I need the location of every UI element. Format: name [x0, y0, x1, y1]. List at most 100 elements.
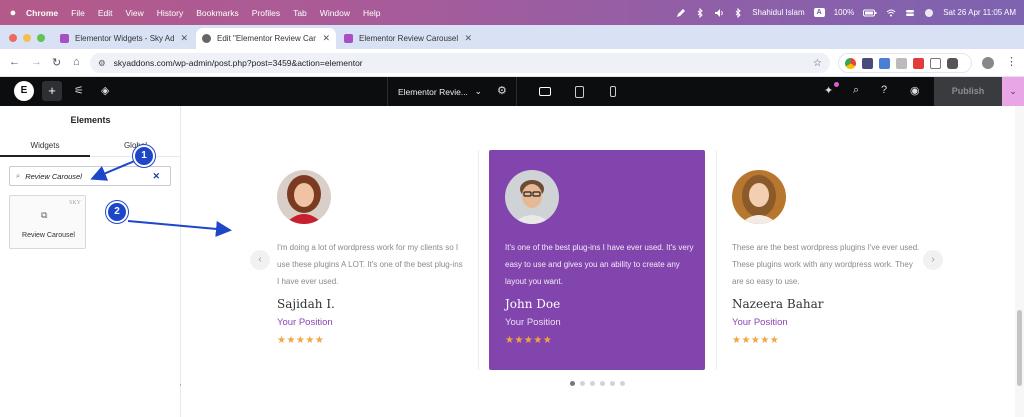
window-zoom-button[interactable] — [37, 34, 45, 42]
menu-file[interactable]: File — [71, 8, 85, 18]
mobile-view-button[interactable] — [596, 77, 630, 106]
canvas-scrollbar-thumb[interactable] — [1017, 310, 1022, 386]
page-settings-icon[interactable]: ⚙ — [497, 84, 507, 97]
apple-icon[interactable]: ● — [0, 7, 26, 19]
extension-panel-icon[interactable] — [947, 57, 958, 69]
carousel-dot[interactable] — [580, 381, 585, 386]
carousel-dot[interactable] — [610, 381, 615, 386]
menu-window[interactable]: Window — [320, 8, 350, 18]
clock[interactable]: Sat 26 Apr 11:05 AM — [943, 8, 1016, 17]
window-close-button[interactable] — [9, 34, 17, 42]
window-minimize-button[interactable] — [23, 34, 31, 42]
carousel-dot[interactable] — [620, 381, 625, 386]
tab-title: Edit "Elementor Review Carousel" — [217, 34, 316, 43]
siri-icon[interactable] — [924, 8, 934, 18]
step-2-badge: 2 — [106, 201, 128, 223]
bluetooth-icon[interactable] — [695, 7, 705, 18]
structure-layers-icon[interactable]: ◈ — [101, 84, 109, 97]
reload-icon[interactable]: ↻ — [52, 56, 61, 69]
macos-menu-bar: ● Chrome File Edit View History Bookmark… — [0, 0, 1024, 25]
chrome-menu-icon[interactable]: ⋮ — [1006, 55, 1017, 68]
sky-addons-favicon-icon — [344, 34, 353, 43]
tab-widgets[interactable]: Widgets — [0, 136, 90, 157]
panel-title: Elements — [70, 115, 111, 125]
menu-help[interactable]: Help — [363, 8, 380, 18]
user-name[interactable]: Shahidul Islam — [752, 8, 804, 17]
review-quote: I'm doing a lot of wordpress work for my… — [277, 243, 463, 286]
extensions-puzzle-icon[interactable] — [930, 57, 941, 69]
browser-tab-1[interactable]: Edit "Elementor Review Carousel" ✕ — [196, 28, 336, 49]
site-settings-icon[interactable]: ⚟ — [74, 84, 84, 97]
extension-shield-icon[interactable] — [862, 57, 873, 69]
browser-tab-0[interactable]: Elementor Widgets - Sky Addons ✕ — [54, 28, 194, 49]
home-icon[interactable]: ⌂ — [73, 56, 80, 68]
clear-search-icon[interactable]: ✕ — [152, 171, 160, 182]
menu-edit[interactable]: Edit — [98, 8, 113, 18]
close-tab-icon[interactable]: ✕ — [464, 33, 472, 44]
browser-tab-strip: Elementor Widgets - Sky Addons ✕ Edit "E… — [0, 25, 1024, 69]
carousel-dot[interactable] — [570, 381, 575, 386]
extensions-bar — [838, 53, 972, 73]
back-arrow-icon[interactable]: ← — [9, 56, 20, 68]
search-icon[interactable]: ⌕ — [853, 84, 859, 97]
menu-bookmarks[interactable]: Bookmarks — [196, 8, 239, 18]
star-rating: ★★★★★ — [732, 335, 780, 346]
tablet-view-button[interactable] — [562, 77, 596, 106]
menu-tab[interactable]: Tab — [293, 8, 307, 18]
chevron-down-icon[interactable]: ⌄ — [474, 86, 482, 97]
elementor-logo-icon[interactable]: E — [14, 81, 34, 101]
close-tab-icon[interactable]: ✕ — [180, 33, 188, 44]
widget-search-input[interactable] — [25, 171, 146, 181]
extension-doc-icon[interactable] — [896, 57, 907, 69]
carousel-pagination — [570, 381, 625, 386]
help-icon[interactable]: ? — [881, 84, 887, 96]
wifi-icon[interactable] — [886, 8, 896, 18]
publish-options-chevron-icon[interactable]: ⌄ — [1002, 77, 1024, 106]
menu-view[interactable]: View — [125, 8, 143, 18]
review-carousel-widget[interactable]: SKY ⧉ Review Carousel — [9, 195, 86, 249]
desktop-icon — [539, 87, 551, 96]
input-source-badge[interactable]: A — [813, 8, 825, 17]
site-info-icon[interactable]: ⚙ — [98, 58, 106, 69]
desktop-view-button[interactable] — [528, 77, 562, 106]
reviewer-name: John Doe — [505, 297, 561, 311]
reviewer-name: Nazeera Bahar — [732, 297, 824, 311]
publish-button[interactable]: Publish — [934, 77, 1002, 106]
extension-red-icon[interactable] — [913, 57, 924, 69]
add-element-button[interactable]: + — [42, 81, 62, 101]
carousel-dot[interactable] — [600, 381, 605, 386]
review-card: I'm doing a lot of wordpress work for my… — [261, 150, 477, 370]
address-bar[interactable]: ⚙ skyaddons.com/wp-admin/post.php?post=3… — [90, 53, 830, 73]
extension-translate-icon[interactable] — [879, 57, 890, 69]
preview-eye-icon[interactable]: ◉ — [910, 84, 920, 97]
profile-avatar[interactable] — [982, 57, 994, 69]
reviewer-position: Your Position — [732, 317, 788, 328]
bluetooth-alt-icon[interactable] — [733, 7, 743, 18]
extension-chrome-icon[interactable] — [845, 57, 856, 69]
widget-search-field[interactable]: ⌕ ✕ — [9, 166, 171, 186]
bookmark-star-icon[interactable]: ☆ — [813, 58, 822, 69]
browser-tab-2[interactable]: Elementor Review Carousel Widget ✕ — [338, 28, 478, 49]
man-portrait-icon — [505, 170, 559, 224]
sky-addons-favicon-icon — [60, 34, 69, 43]
menu-history[interactable]: History — [157, 8, 183, 18]
menu-profiles[interactable]: Profiles — [252, 8, 280, 18]
reviewer-avatar — [277, 170, 331, 224]
card-divider — [478, 150, 479, 370]
responsive-mode-switcher — [528, 77, 630, 106]
forward-arrow-icon[interactable]: → — [31, 56, 42, 68]
pen-icon[interactable] — [676, 8, 686, 18]
url-text[interactable]: skyaddons.com/wp-admin/post.php?post=345… — [114, 58, 363, 68]
battery-icon[interactable] — [863, 8, 877, 18]
notifications-icon[interactable]: ✦ — [824, 84, 833, 97]
battery-percent: 100% — [833, 8, 855, 17]
control-center-icon[interactable] — [905, 8, 915, 18]
page-name[interactable]: Elementor Revie... — [398, 87, 468, 97]
close-tab-icon[interactable]: ✕ — [322, 33, 330, 44]
reviewer-position: Your Position — [277, 317, 333, 328]
menu-app-name[interactable]: Chrome — [26, 8, 58, 18]
reviewer-avatar — [732, 170, 786, 224]
reviewer-avatar — [505, 170, 559, 224]
volume-icon[interactable] — [714, 8, 724, 18]
carousel-dot[interactable] — [590, 381, 595, 386]
